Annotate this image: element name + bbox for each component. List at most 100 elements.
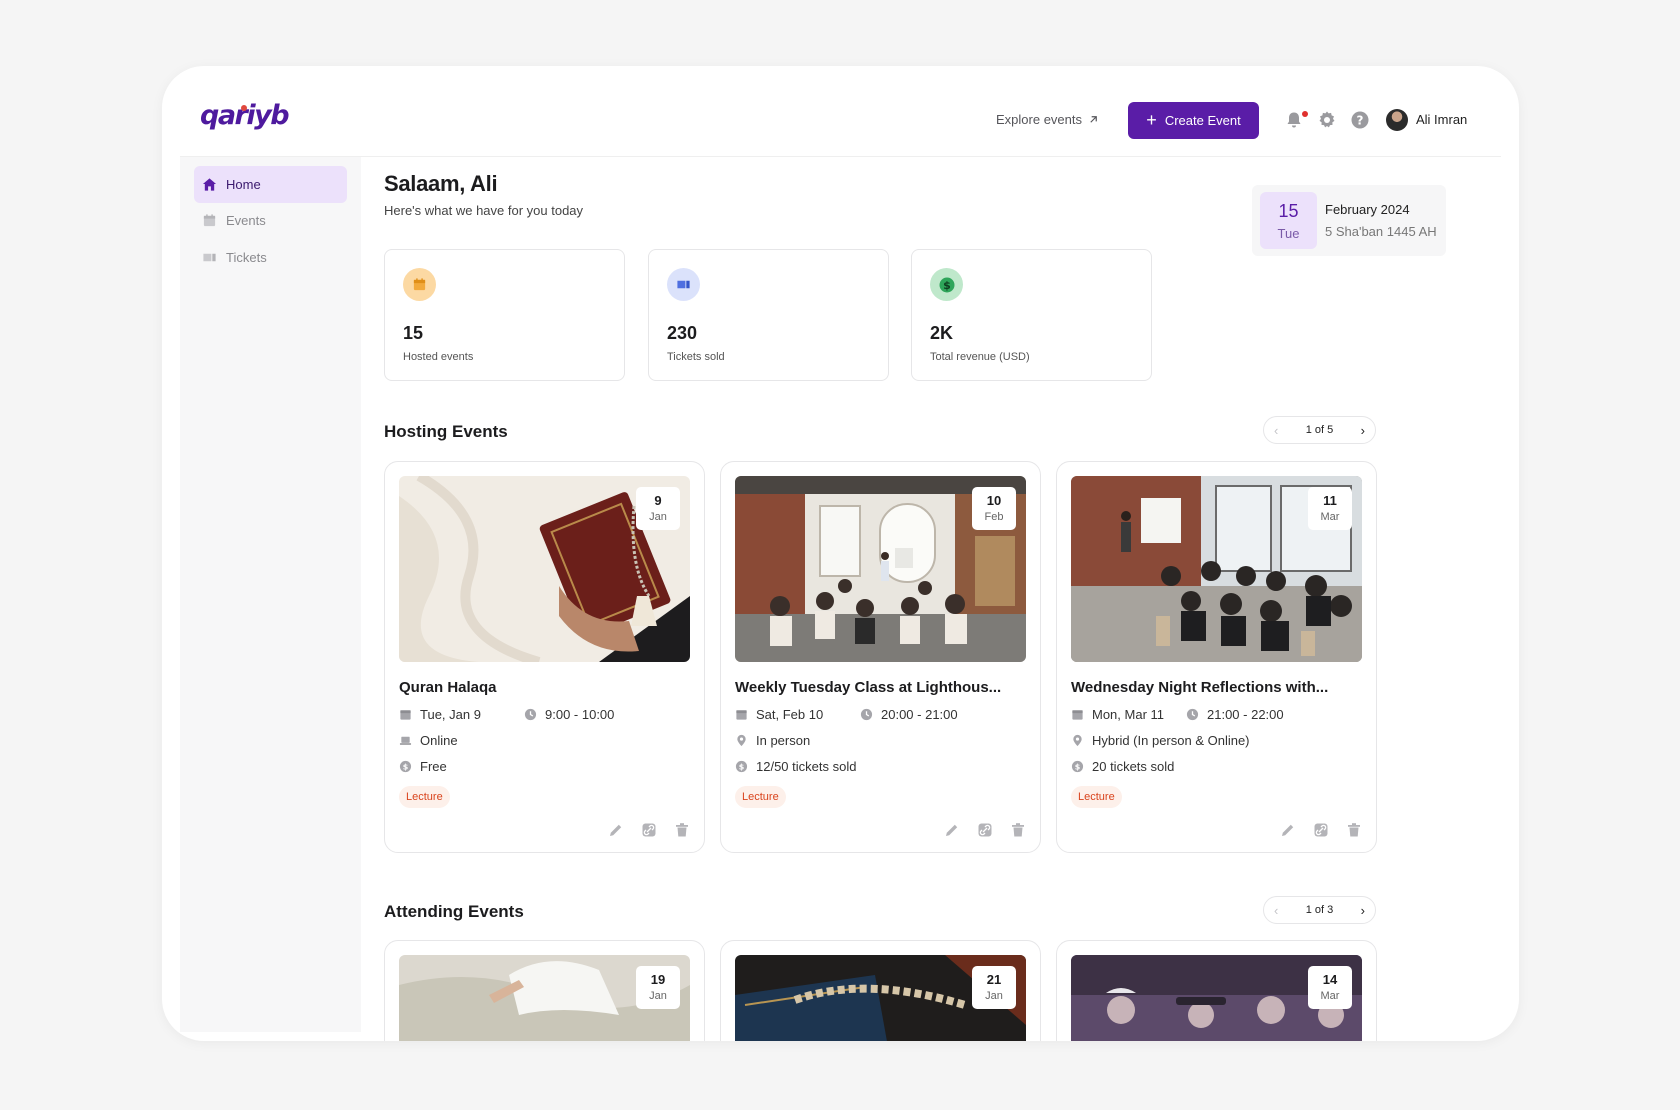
event-location: In person — [735, 733, 810, 748]
event-tag: Lecture — [1071, 786, 1122, 808]
avatar[interactable] — [1386, 109, 1408, 131]
dollar-icon: $ — [930, 268, 963, 301]
sidebar-item-events[interactable]: Events — [194, 202, 347, 239]
user-name[interactable]: Ali Imran — [1416, 112, 1467, 127]
event-time-text: 21:00 - 22:00 — [1207, 707, 1284, 722]
stat-value: 230 — [667, 323, 698, 343]
date-badge: 14 Mar — [1308, 966, 1352, 1009]
date-badge: 11 Mar — [1308, 487, 1352, 530]
explore-events-link[interactable]: Explore events — [996, 112, 1099, 127]
date-day-number: 15 — [1278, 201, 1299, 221]
event-image: 10 Feb — [735, 476, 1026, 662]
card-actions — [944, 822, 1026, 838]
badge-day: 21 — [986, 972, 1002, 987]
event-title[interactable]: Weekly Tuesday Class at Lighthous... — [735, 679, 1001, 696]
stat-value: 2K — [930, 323, 954, 343]
notification-dot — [1302, 111, 1308, 117]
location-pin-icon — [737, 734, 746, 747]
chevron-right-icon[interactable]: › — [1361, 903, 1365, 918]
chevron-left-icon[interactable]: ‹ — [1274, 423, 1278, 438]
calendar-icon — [1072, 710, 1083, 720]
stat-label: Total revenue (USD) — [930, 351, 1030, 363]
coin-icon: $ — [1071, 760, 1084, 773]
sidebar: Home Events Tickets — [180, 157, 361, 1032]
gear-icon[interactable] — [1317, 110, 1337, 130]
badge-day: 11 — [1323, 493, 1337, 508]
date-hijri: 5 Sha'ban 1445 AH — [1325, 224, 1437, 239]
trash-icon[interactable] — [674, 822, 690, 838]
badge-month: Feb — [984, 511, 1004, 523]
event-card[interactable]: 9 Jan Quran Halaqa Tue, Jan 9 9:00 - 10:… — [384, 461, 705, 853]
badge-month: Jan — [649, 511, 667, 523]
event-date-text: Tue, Jan 9 — [420, 707, 481, 722]
stat-label: Hosted events — [403, 351, 474, 363]
badge-day: 10 — [986, 493, 1002, 508]
create-event-button[interactable]: + Create Event — [1128, 102, 1259, 139]
event-image: 21 Jan — [735, 955, 1026, 1041]
event-card[interactable]: 14 Mar — [1056, 940, 1377, 1041]
event-card[interactable]: 11 Mar Wednesday Night Reflections with.… — [1056, 461, 1377, 853]
event-time-text: 9:00 - 10:00 — [545, 707, 615, 722]
coin-icon: $ — [399, 760, 412, 773]
ticket-icon — [667, 268, 700, 301]
badge-month: Jan — [649, 990, 667, 1002]
svg-text:$: $ — [943, 279, 951, 292]
svg-text:?: ? — [1357, 114, 1364, 128]
event-price-text: 12/50 tickets sold — [756, 759, 857, 774]
event-title[interactable]: Wednesday Night Reflections with... — [1071, 679, 1328, 696]
svg-text:$: $ — [403, 763, 408, 772]
event-title[interactable]: Quran Halaqa — [399, 679, 497, 696]
chevron-right-icon[interactable]: › — [1361, 423, 1365, 438]
date-weekday: Tue — [1277, 226, 1300, 241]
home-icon — [202, 178, 217, 191]
event-tag: Lecture — [735, 786, 786, 808]
stat-value: 15 — [403, 323, 424, 343]
event-time-text: 20:00 - 21:00 — [881, 707, 958, 722]
calendar-icon — [400, 710, 411, 720]
event-time: 20:00 - 21:00 — [860, 707, 958, 722]
event-date: Tue, Jan 9 — [399, 707, 481, 722]
calendar-icon — [203, 214, 216, 227]
card-actions — [608, 822, 690, 838]
sidebar-item-label: Home — [226, 177, 261, 192]
ticket-icon — [203, 253, 216, 262]
edit-icon[interactable] — [608, 822, 624, 838]
svg-text:$: $ — [1075, 763, 1080, 772]
help-icon[interactable]: ? — [1350, 110, 1370, 130]
event-location-text: Hybrid (In person & Online) — [1092, 733, 1250, 748]
clock-icon — [524, 708, 537, 721]
chevron-left-icon[interactable]: ‹ — [1274, 903, 1278, 918]
badge-month: Mar — [1320, 990, 1340, 1002]
sidebar-item-home[interactable]: Home — [194, 166, 347, 203]
trash-icon[interactable] — [1346, 822, 1362, 838]
copy-link-icon[interactable] — [1313, 822, 1329, 838]
edit-icon[interactable] — [1280, 822, 1296, 838]
event-image: 9 Jan — [399, 476, 690, 662]
date-card: 15 Tue February 2024 5 Sha'ban 1445 AH — [1252, 185, 1446, 256]
edit-icon[interactable] — [944, 822, 960, 838]
badge-day: 14 — [1322, 972, 1338, 987]
svg-text:$: $ — [739, 763, 744, 772]
event-tag: Lecture — [399, 786, 450, 808]
hosting-events-title: Hosting Events — [384, 422, 508, 441]
event-time: 21:00 - 22:00 — [1186, 707, 1284, 722]
create-event-label: Create Event — [1164, 113, 1241, 128]
event-card[interactable]: 19 Jan — [384, 940, 705, 1041]
sidebar-item-label: Tickets — [226, 250, 267, 265]
page-title: Salaam, Ali — [384, 171, 498, 196]
event-date-text: Sat, Feb 10 — [756, 707, 824, 722]
event-card[interactable]: 21 Jan — [720, 940, 1041, 1041]
event-location-text: In person — [756, 733, 811, 748]
badge-day: 19 — [650, 972, 666, 987]
trash-icon[interactable] — [1010, 822, 1026, 838]
bell-icon[interactable] — [1284, 110, 1304, 130]
copy-link-icon[interactable] — [641, 822, 657, 838]
event-image: 11 Mar — [1071, 476, 1362, 662]
date-badge: 19 Jan — [636, 966, 680, 1009]
laptop-icon — [399, 736, 412, 745]
pager-label: 1 of 5 — [1305, 424, 1334, 436]
sidebar-item-tickets[interactable]: Tickets — [194, 239, 347, 276]
event-image: 19 Jan — [399, 955, 690, 1041]
copy-link-icon[interactable] — [977, 822, 993, 838]
event-card[interactable]: 10 Feb Weekly Tuesday Class at Lighthous… — [720, 461, 1041, 853]
